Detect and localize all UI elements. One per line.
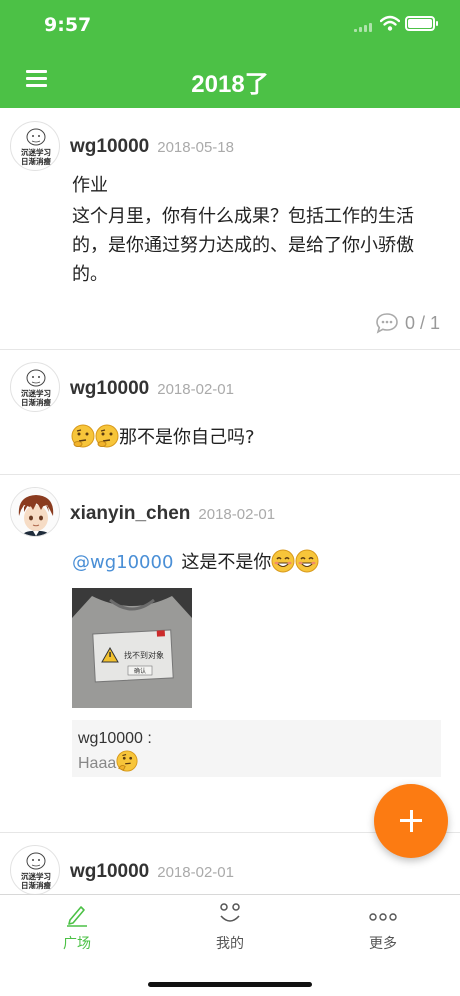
- quoted-comment[interactable]: wg10000 : Haaa: [72, 720, 441, 777]
- quoted-text: Haaa: [78, 755, 117, 772]
- post-date: 2018-02-01: [157, 381, 234, 398]
- avatar[interactable]: 沉迷学习 日渐消瘦: [10, 845, 60, 894]
- post-title: 作业: [72, 175, 108, 196]
- comment-icon: [376, 313, 398, 334]
- smile-emoji-icon: [295, 549, 319, 573]
- post-item[interactable]: xianyin_chen 2018-02-01 @wg10000 这是不是你 找不到…: [0, 475, 460, 833]
- svg-text:日渐消瘦: 日渐消瘦: [21, 397, 51, 407]
- bottom-tab-bar: 广场 我的 更多: [0, 894, 460, 996]
- svg-text:沉迷学习: 沉迷学习: [21, 147, 51, 157]
- status-bar: 9:57: [0, 0, 460, 50]
- post-date: 2018-05-18: [157, 139, 234, 156]
- new-post-button[interactable]: [374, 784, 448, 858]
- tab-square[interactable]: 广场: [27, 901, 127, 953]
- more-icon: [369, 913, 397, 921]
- svg-text:确认: 确认: [134, 667, 146, 675]
- post-text: 这个月里，你有什么成果？包括工作的生活的，是你通过努力达成的、是给了你小骄傲的。: [72, 206, 414, 285]
- battery-icon: [405, 16, 438, 31]
- smile-icon: [220, 903, 240, 922]
- svg-text:沉迷学习: 沉迷学习: [21, 388, 51, 398]
- post-username[interactable]: wg10000 2018-02-01: [70, 378, 234, 400]
- post-username[interactable]: wg10000 2018-05-18: [70, 136, 234, 158]
- avatar[interactable]: 沉迷学习 日渐消瘦: [10, 362, 60, 412]
- home-indicator: [148, 982, 312, 987]
- avatar[interactable]: [10, 487, 60, 537]
- thinking-emoji-icon: [95, 424, 119, 448]
- thinking-emoji-icon: [116, 750, 138, 772]
- post-username[interactable]: wg10000 2018-02-01: [70, 861, 234, 883]
- post-text: 这是不是你: [181, 552, 272, 573]
- thinking-emoji-icon: [71, 424, 95, 448]
- avatar[interactable]: 沉迷学习 日渐消瘦: [10, 121, 60, 171]
- post-date: 2018-02-01: [198, 506, 276, 523]
- svg-text:日渐消瘦: 日渐消瘦: [21, 880, 51, 890]
- svg-text:沉迷学习: 沉迷学习: [21, 871, 51, 881]
- post-text-row: @wg10000 这是不是你: [72, 548, 442, 577]
- svg-text:日渐消瘦: 日渐消瘦: [21, 156, 51, 166]
- svg-text:找不到对象: 找不到对象: [124, 650, 164, 660]
- wifi-icon: [380, 15, 400, 31]
- post-date: 2018-02-01: [157, 864, 234, 881]
- post-text-row: 那不是你自己吗?: [71, 423, 441, 452]
- cellular-signal-icon: [354, 22, 374, 32]
- post-photo[interactable]: 找不到对象 确认: [72, 588, 192, 708]
- page-title: 2018了: [191, 71, 269, 98]
- post-item[interactable]: 沉迷学习 日渐消瘦 wg10000 2018-02-01 那不是你自己吗?: [0, 350, 460, 475]
- pen-icon: [67, 906, 87, 927]
- post-feed[interactable]: 沉迷学习 日渐消瘦 wg10000 2018-05-18 作业 这个月里，你有什么…: [0, 108, 460, 894]
- quoted-username: wg10000 :: [78, 730, 152, 747]
- user-mention-link[interactable]: @wg10000: [72, 552, 173, 573]
- post-username[interactable]: xianyin_chen 2018-02-01: [70, 503, 275, 525]
- app-header: 9:57 2018了: [0, 0, 460, 108]
- post-item[interactable]: 沉迷学习 日渐消瘦 wg10000 2018-05-18 作业 这个月里，你有什么…: [0, 108, 460, 350]
- smile-emoji-icon: [271, 549, 295, 573]
- tab-mine[interactable]: 我的: [180, 901, 280, 953]
- status-time: 9:57: [44, 14, 92, 36]
- tab-more[interactable]: 更多: [333, 901, 433, 953]
- post-text: 那不是你自己吗?: [119, 427, 255, 448]
- comment-count[interactable]: 0 / 1: [375, 312, 440, 334]
